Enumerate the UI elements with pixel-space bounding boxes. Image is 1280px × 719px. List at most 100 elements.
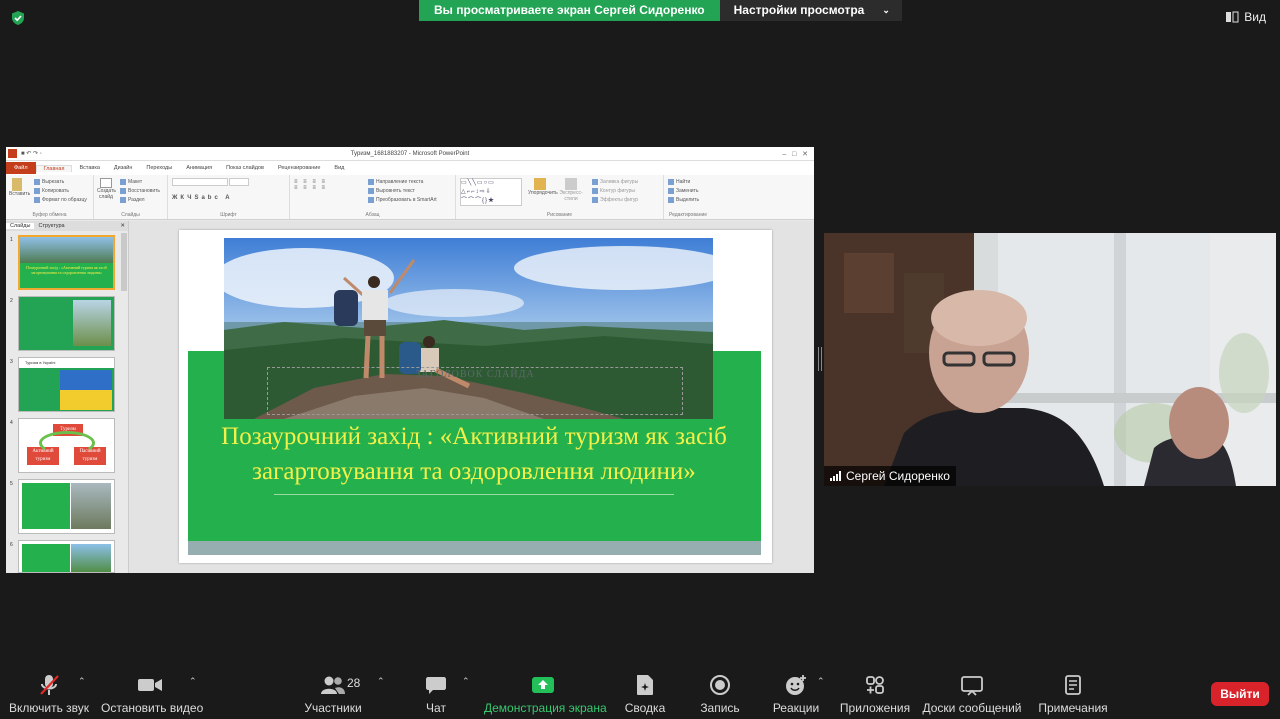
fill-icon <box>592 178 598 185</box>
audio-options-caret-icon[interactable]: ⌃ <box>78 676 86 687</box>
tab-outline[interactable]: Структура <box>34 223 68 229</box>
participants-options-caret-icon[interactable]: ⌃ <box>377 676 385 687</box>
replace-button[interactable]: Заменить <box>668 187 708 196</box>
ppt-ribbon-tabs: Файл Главная Вставка Дизайн Переходы Ани… <box>6 161 814 175</box>
view-button[interactable]: Вид <box>1225 10 1266 24</box>
reactions-options-caret-icon[interactable]: ⌃ <box>817 676 825 687</box>
record-button[interactable]: Запись <box>698 672 742 715</box>
text-direction-button[interactable]: Направление текста <box>368 178 451 187</box>
summary-button[interactable]: Сводка <box>622 672 668 715</box>
shapes-gallery[interactable]: ▭╲╲▭○▭ △⌐⌐↕⇨⇩ ⌒⌒⌒{}★ <box>460 178 522 206</box>
title-underline <box>274 494 674 495</box>
tab-home[interactable]: Главная <box>35 164 73 172</box>
slide-thumbnail-2[interactable] <box>18 296 115 351</box>
format-painter-button[interactable]: Формат по образцу <box>34 196 89 205</box>
editing-group: Найти Заменить Выделить Редактирование <box>664 175 712 219</box>
font-name-input[interactable] <box>172 178 228 186</box>
slide-footer-band <box>188 541 761 555</box>
share-screen-label: Демонстрация экрана <box>484 701 607 715</box>
slide-thumbnail-6[interactable] <box>18 540 115 573</box>
leave-meeting-button[interactable]: Выйти <box>1211 682 1269 706</box>
quick-styles-icon <box>565 178 577 190</box>
slide-thumbnail-1[interactable]: Позаурочний захід : «Активний туризм як … <box>18 235 115 290</box>
align-text-button[interactable]: Выровнять текст <box>368 187 451 196</box>
reactions-button[interactable]: Реакции <box>770 672 822 715</box>
paste-button[interactable]: Вставить <box>9 178 31 197</box>
shape-outline-label: Контур фигуры <box>600 188 635 194</box>
font-format-icons[interactable]: ЖКЧSabc A <box>172 195 285 201</box>
unmute-label: Включить звук <box>8 701 90 715</box>
cut-button[interactable]: Вырезать <box>34 178 89 187</box>
text-direction-label: Направление текста <box>376 179 424 185</box>
tab-slideshow[interactable]: Показ слайдов <box>219 165 271 171</box>
chat-options-caret-icon[interactable]: ⌃ <box>462 676 470 687</box>
arrange-button[interactable]: Упорядочить <box>528 178 558 196</box>
slides-thumbnail-pane: Слайды Структура ✕ 1 Позаурочний захід :… <box>6 221 129 573</box>
tab-animation[interactable]: Анимация <box>179 165 219 171</box>
thumb-flag-map <box>60 370 112 410</box>
video-options-caret-icon[interactable]: ⌃ <box>189 676 197 687</box>
slide-thumbnail-3[interactable]: Туризм в Україні <box>18 357 115 412</box>
copy-label: Копировать <box>42 188 69 194</box>
smartart-button[interactable]: Преобразовать в SmartArt <box>368 196 451 205</box>
stop-video-button[interactable]: Остановить видео <box>101 672 203 715</box>
tab-transitions[interactable]: Переходы <box>139 165 179 171</box>
shape-outline-button[interactable]: Контур фигуры <box>592 187 638 196</box>
reset-button[interactable]: Восстановить <box>120 187 163 196</box>
font-size-input[interactable] <box>229 178 250 186</box>
slide-thumbnail-5[interactable] <box>18 479 115 534</box>
summary-label: Сводка <box>624 701 666 715</box>
shape-effects-button[interactable]: Эффекты фигур <box>592 196 638 205</box>
slide-title[interactable]: Позаурочний захід : «Активний туризм як … <box>209 419 739 489</box>
reset-label: Восстановить <box>128 188 161 194</box>
shape-fill-button[interactable]: Заливка фигуры <box>592 178 638 187</box>
apps-button[interactable]: Приложения <box>838 672 912 715</box>
ppt-workspace: Слайды Структура ✕ 1 Позаурочний захід :… <box>6 221 814 573</box>
whiteboard-icon <box>961 676 983 696</box>
scissors-icon <box>34 178 40 185</box>
resize-handle[interactable] <box>818 347 822 371</box>
record-icon <box>710 675 730 695</box>
cut-label: Вырезать <box>42 179 65 185</box>
drawing-group-label: Рисование <box>546 212 573 218</box>
brush-icon <box>34 196 40 203</box>
thumb-photo <box>20 237 113 263</box>
whiteboards-button[interactable]: Доски сообщений <box>922 672 1022 715</box>
new-slide-button[interactable]: Создать слайд <box>97 178 116 200</box>
shield-security-icon[interactable] <box>10 10 26 26</box>
list-align-icons[interactable]: ≡ ≡ ≡ ≡ ≡ ≡ ≡ ≡ <box>294 179 327 191</box>
section-button[interactable]: Раздел <box>120 196 163 205</box>
tab-file[interactable]: Файл <box>6 162 36 174</box>
view-options-dropdown[interactable]: Настройки просмотра ⌄ <box>719 0 902 21</box>
layout-button[interactable]: Макет <box>120 178 163 187</box>
tab-insert[interactable]: Вставка <box>72 165 106 171</box>
font-group: ЖКЧSabc A Шрифт <box>168 175 290 219</box>
find-label: Найти <box>676 179 691 185</box>
quick-styles-button[interactable]: Экспресс-стили <box>556 178 586 202</box>
reset-icon <box>120 187 126 194</box>
share-screen-button[interactable]: Демонстрация экрана <box>484 672 607 715</box>
find-button[interactable]: Найти <box>668 178 708 187</box>
chat-label: Чат <box>426 701 446 715</box>
title-placeholder[interactable]: ЗАГОЛОВОК СЛАЙДА <box>267 367 683 415</box>
find-icon <box>668 178 674 185</box>
chevron-down-icon: ⌄ <box>882 5 890 15</box>
thumb-number: 3 <box>10 359 13 365</box>
tab-design[interactable]: Дизайн <box>107 165 140 171</box>
paste-label: Вставить <box>9 191 31 197</box>
tab-view[interactable]: Вид <box>327 165 351 171</box>
replace-icon <box>668 187 674 194</box>
tab-review[interactable]: Рецензирование <box>271 165 327 171</box>
notes-button[interactable]: Примечания <box>1038 672 1108 715</box>
record-label: Запись <box>700 701 740 715</box>
participant-video[interactable]: Сергей Сидоренко <box>824 233 1276 486</box>
tab-slides[interactable]: Слайды <box>6 223 35 229</box>
window-controls-icon[interactable]: – □ ✕ <box>782 150 808 158</box>
select-button[interactable]: Выделить <box>668 196 708 205</box>
chat-button[interactable]: Чат <box>418 672 454 715</box>
copy-button[interactable]: Копировать <box>34 187 89 196</box>
current-slide[interactable]: ЗАГОЛОВОК СЛАЙДА Позаурочний захід : «Ак… <box>179 230 772 563</box>
slide-thumbnail-4[interactable]: Туризм Активний туризм Пасивний туризм <box>18 418 115 473</box>
close-pane-icon[interactable]: ✕ <box>116 223 128 229</box>
thumbs-scrollbar[interactable] <box>121 233 127 291</box>
